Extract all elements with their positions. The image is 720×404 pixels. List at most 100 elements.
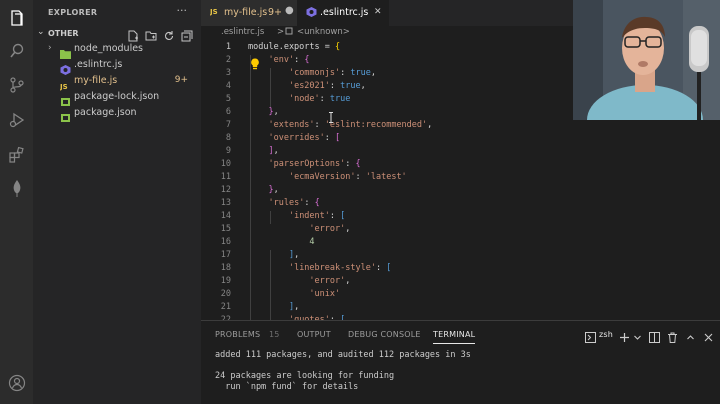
tree-item-label: package.json	[74, 107, 137, 118]
tab-label: .eslintrc.js	[320, 7, 369, 18]
code-line: 'error',	[309, 224, 351, 234]
tree-item-label: node_modules	[74, 43, 144, 54]
code-line: },	[268, 107, 279, 117]
tab-my-file[interactable]: JS my-file.js 9+ ●	[201, 0, 297, 26]
files-icon[interactable]	[7, 8, 27, 28]
code-line: },	[268, 185, 279, 195]
tree-item-package-json[interactable]: package.json	[33, 105, 201, 122]
line-number: 4	[225, 81, 231, 91]
line-number: 7	[225, 120, 231, 130]
line-number: 21	[220, 302, 231, 312]
tree-item-package-lock[interactable]: package-lock.json	[33, 89, 201, 106]
line-number: 9	[225, 146, 231, 156]
code-line: 'extends': 'eslint:recommended',	[268, 120, 433, 130]
js-file-icon: JS	[209, 6, 221, 19]
tree-item-node-modules[interactable]: › node_modules	[33, 41, 201, 59]
trash-icon[interactable]	[667, 328, 678, 343]
code-line: 'indent': [	[288, 211, 346, 221]
search-icon[interactable]	[7, 41, 27, 61]
chevron-down-icon[interactable]	[632, 328, 643, 340]
code-line: 4	[309, 237, 315, 247]
chevron-down-icon: ⌄	[37, 27, 45, 37]
source-control-icon[interactable]	[7, 75, 27, 95]
folder-section-header[interactable]: ⌄ OTHER	[33, 24, 201, 42]
problems-count-badge: 15	[269, 330, 280, 339]
terminal-line: 24 packages are looking for funding	[215, 371, 395, 381]
tab-eslintrc[interactable]: .eslintrc.js ✕	[297, 0, 389, 26]
folder-section-label: OTHER	[48, 29, 79, 38]
add-terminal-icon[interactable]	[619, 328, 630, 342]
line-number: 3	[225, 68, 231, 78]
breadcrumb: .eslintrc.js > <unknown>	[201, 26, 573, 40]
problems-badge: 9+	[268, 7, 283, 18]
code-line: 'linebreak-style': [	[288, 263, 392, 273]
code-line: 'overrides': [	[268, 133, 341, 143]
tab-terminal[interactable]: TERMINAL	[433, 330, 475, 339]
explorer-title: EXPLORER	[48, 8, 98, 17]
code-line: 'env': {	[268, 55, 310, 65]
code-line: 'es2021': true,	[288, 81, 366, 91]
extensions-icon[interactable]	[7, 145, 27, 165]
active-tab-indicator	[433, 343, 475, 344]
maximize-panel-icon[interactable]	[685, 328, 696, 340]
code-line: 'ecmaVersion': 'latest'	[288, 172, 407, 182]
tab-problems[interactable]: PROBLEMS	[215, 330, 260, 339]
refresh-icon[interactable]	[163, 27, 175, 40]
terminal-line: run `npm fund` for details	[215, 382, 359, 392]
tree-item-my-file[interactable]: JS my-file.js 9+	[33, 73, 201, 91]
line-number: 19	[220, 276, 231, 286]
text-cursor-icon	[328, 108, 334, 123]
tab-output[interactable]: OUTPUT	[297, 330, 331, 339]
problems-badge: 9+	[174, 75, 188, 85]
shell-name[interactable]: zsh	[599, 330, 613, 339]
line-number: 15	[220, 224, 231, 234]
eslint-file-icon	[306, 7, 317, 20]
line-number: 6	[225, 107, 231, 117]
line-number: 1	[225, 42, 231, 52]
webcam-overlay	[573, 0, 720, 120]
mongodb-leaf-icon[interactable]	[7, 178, 27, 198]
tree-item-eslintrc[interactable]: .eslintrc.js	[33, 57, 201, 75]
breadcrumb-symbol[interactable]: <unknown>	[297, 27, 350, 37]
code-line: ],	[288, 302, 300, 312]
code-line: 'node': true	[288, 94, 351, 104]
code-line: module.exports = {	[248, 42, 341, 52]
line-number: 11	[220, 172, 231, 182]
close-panel-icon[interactable]	[703, 328, 714, 342]
collapse-all-icon[interactable]	[181, 27, 193, 42]
activity-bar	[0, 0, 33, 404]
bottom-panel: PROBLEMS 15 OUTPUT DEBUG CONSOLE TERMINA…	[201, 320, 720, 404]
line-number: 2	[225, 55, 231, 65]
tab-debug-console[interactable]: DEBUG CONSOLE	[348, 330, 421, 339]
explorer-sidebar: EXPLORER ··· ⌄ OTHER › node_modules .esl…	[33, 0, 201, 404]
tree-item-label: package-lock.json	[74, 91, 160, 102]
unsaved-dot-icon[interactable]: ●	[285, 5, 294, 16]
code-line: 'parserOptions': {	[268, 159, 361, 169]
run-debug-icon[interactable]	[7, 110, 27, 130]
chevron-right-icon: ›	[48, 43, 52, 53]
terminal-line: added 111 packages, and audited 112 pack…	[215, 350, 471, 360]
line-number: 5	[225, 94, 231, 104]
new-file-icon[interactable]	[127, 27, 139, 42]
tree-item-label: .eslintrc.js	[74, 59, 123, 70]
line-number: 17	[220, 250, 231, 260]
editor-tab-bar: JS my-file.js 9+ ● .eslintrc.js ✕	[201, 0, 573, 26]
more-actions-icon[interactable]: ···	[177, 4, 188, 17]
breadcrumb-separator: >	[277, 27, 285, 37]
code-line: ],	[268, 146, 279, 156]
line-number: 13	[220, 198, 231, 208]
code-line: 'commonjs': true,	[288, 68, 376, 78]
close-icon[interactable]: ✕	[374, 7, 382, 17]
breadcrumb-file[interactable]: .eslintrc.js	[221, 27, 264, 37]
tree-item-label: my-file.js	[74, 75, 118, 86]
new-folder-icon[interactable]	[145, 27, 157, 41]
line-number: 18	[220, 263, 231, 273]
code-line: 'unix'	[309, 289, 341, 299]
line-number: 14	[220, 211, 231, 221]
editor-scrollbar[interactable]	[708, 120, 720, 320]
js-file-icon: JS	[59, 76, 71, 91]
account-icon[interactable]	[7, 373, 27, 393]
split-terminal-icon[interactable]	[649, 328, 660, 343]
line-number: 10	[220, 159, 231, 169]
tab-label: my-file.js	[224, 7, 268, 18]
